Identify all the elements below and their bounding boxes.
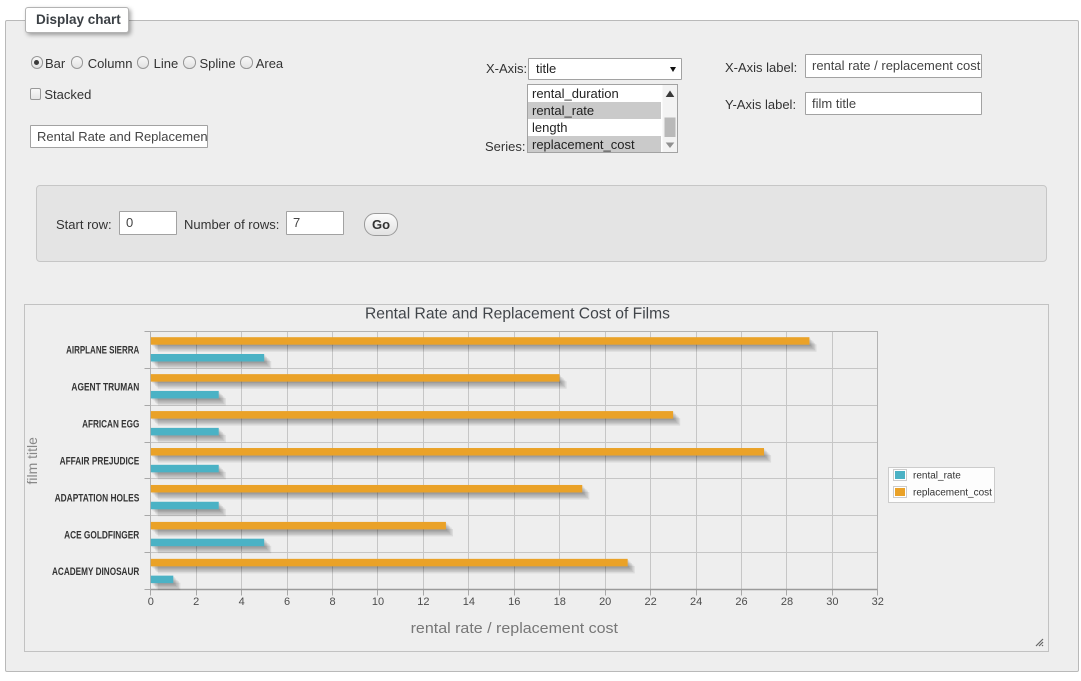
svg-text:replacement_cost: replacement_cost xyxy=(913,488,992,499)
svg-text:30: 30 xyxy=(826,596,838,608)
svg-text:AGENT TRUMAN: AGENT TRUMAN xyxy=(71,382,139,394)
svg-text:24: 24 xyxy=(690,596,702,608)
svg-text:rental_rate: rental_rate xyxy=(913,471,961,482)
svg-text:AIRPLANE SIERRA: AIRPLANE SIERRA xyxy=(66,345,139,357)
svg-text:22: 22 xyxy=(644,596,656,608)
svg-text:2: 2 xyxy=(193,596,199,608)
svg-text:Rental Rate and Replacement Co: Rental Rate and Replacement Cost of Film… xyxy=(365,305,670,322)
svg-text:ACE GOLDFINGER: ACE GOLDFINGER xyxy=(64,529,139,541)
svg-text:20: 20 xyxy=(599,596,611,608)
svg-text:ADAPTATION HOLES: ADAPTATION HOLES xyxy=(55,492,140,504)
svg-text:32: 32 xyxy=(872,596,884,608)
svg-text:10: 10 xyxy=(372,596,384,608)
svg-text:AFRICAN EGG: AFRICAN EGG xyxy=(82,419,139,431)
svg-text:8: 8 xyxy=(330,596,336,608)
svg-text:4: 4 xyxy=(239,596,245,608)
svg-text:12: 12 xyxy=(417,596,429,608)
svg-text:28: 28 xyxy=(781,596,793,608)
svg-text:AFFAIR PREJUDICE: AFFAIR PREJUDICE xyxy=(60,455,140,467)
svg-text:6: 6 xyxy=(284,596,290,608)
svg-text:rental rate / replacement cost: rental rate / replacement cost xyxy=(411,620,619,637)
svg-text:26: 26 xyxy=(735,596,747,608)
svg-text:14: 14 xyxy=(463,596,475,608)
svg-text:18: 18 xyxy=(554,596,566,608)
svg-text:16: 16 xyxy=(508,596,520,608)
svg-text:0: 0 xyxy=(148,596,154,608)
svg-text:ACADEMY DINOSAUR: ACADEMY DINOSAUR xyxy=(52,566,139,578)
svg-text:film title: film title xyxy=(25,437,40,485)
